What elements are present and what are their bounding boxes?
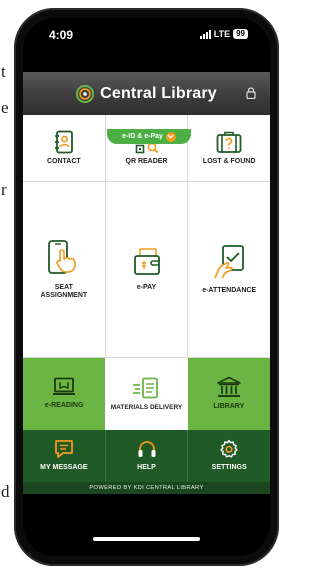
e-attendance-tile[interactable]: e-ATTENDANCE	[187, 182, 270, 357]
materials-delivery-label: MATERIALS DELIVERY	[110, 403, 183, 411]
contact-book-icon	[54, 130, 73, 154]
app-header: Central Library	[23, 72, 270, 115]
settings-label: SETTINGS	[211, 464, 247, 472]
library-building-icon	[217, 377, 241, 398]
status-bar: 4:09 LTE 99	[23, 18, 270, 62]
status-indicators: LTE 99	[199, 29, 248, 39]
my-message-label: MY MESSAGE	[40, 464, 88, 472]
background-letter: d	[1, 482, 10, 501]
library-tile[interactable]: LIBRARY	[187, 358, 270, 430]
footer-text: POWERED BY KDI CENTRAL LIBRARY	[89, 485, 204, 491]
contact-tile[interactable]: CONTACT	[23, 115, 105, 181]
home-indicator[interactable]	[93, 537, 200, 541]
library-logo-icon	[76, 84, 95, 103]
background-letter: r	[1, 180, 7, 199]
battery-icon: 99	[233, 29, 248, 39]
luggage-question-icon	[216, 131, 242, 153]
menu-grid: CONTACT QR READER LOST & FOUND SEAT ASSI…	[23, 115, 270, 482]
menu-row: SEAT ASSIGNMENT e-PAY e-ATTENDANCE	[23, 182, 270, 358]
lock-icon[interactable]	[246, 87, 256, 99]
app-title: Central Library	[100, 84, 217, 102]
gear-icon	[220, 440, 238, 459]
document-delivery-icon	[133, 377, 159, 399]
background-letter: e	[1, 98, 9, 117]
signal-icon	[199, 29, 211, 39]
eid-epay-badge[interactable]: e-ID & e-Pay	[107, 129, 191, 144]
my-message-tile[interactable]: MY MESSAGE	[23, 430, 105, 482]
e-pay-label: e-PAY	[136, 283, 157, 291]
background-letter: t	[1, 62, 6, 81]
hand-check-icon	[214, 245, 245, 279]
qr-reader-label: QR READER	[125, 157, 168, 165]
lost-found-label: LOST & FOUND	[202, 157, 256, 165]
e-reading-label: e-READING	[44, 402, 84, 410]
library-label: LIBRARY	[213, 403, 245, 411]
seat-assignment-label: SEAT ASSIGNMENT	[40, 283, 88, 299]
seat-assignment-tile[interactable]: SEAT ASSIGNMENT	[23, 182, 105, 357]
lost-found-tile[interactable]: LOST & FOUND	[187, 115, 270, 181]
wallet-icon	[133, 248, 160, 275]
help-label: HELP	[137, 464, 156, 472]
phone-frame: 4:09 LTE 99 Central Library e-ID & e-Pay…	[14, 8, 279, 566]
materials-delivery-tile[interactable]: MATERIALS DELIVERY	[105, 358, 188, 430]
message-icon	[54, 440, 73, 459]
contact-label: CONTACT	[46, 157, 81, 165]
qr-reader-tile[interactable]: QR READER	[104, 115, 188, 181]
status-time: 4:09	[49, 28, 74, 42]
bottom-menu-row: MY MESSAGE HELP SETTINGS	[23, 430, 270, 482]
network-label: LTE	[213, 29, 231, 39]
ebook-screen-icon	[53, 378, 76, 396]
e-reading-tile[interactable]: e-READING	[23, 358, 106, 430]
footer-banner: POWERED BY KDI CENTRAL LIBRARY	[23, 482, 270, 494]
settings-tile[interactable]: SETTINGS	[187, 430, 270, 482]
headphones-icon	[138, 441, 155, 458]
phone-tap-icon	[47, 240, 76, 274]
badge-label: e-ID & e-Pay	[122, 133, 163, 140]
e-pay-tile[interactable]: e-PAY	[104, 182, 188, 357]
menu-row: CONTACT QR READER LOST & FOUND	[23, 115, 270, 182]
menu-row: e-READING MATERIALS DELIVERY LIBRARY	[23, 358, 270, 430]
phone-screen: 4:09 LTE 99 Central Library e-ID & e-Pay…	[23, 18, 270, 556]
help-tile[interactable]: HELP	[104, 430, 188, 482]
e-attendance-label: e-ATTENDANCE	[202, 286, 257, 294]
chevron-down-icon	[165, 131, 176, 142]
